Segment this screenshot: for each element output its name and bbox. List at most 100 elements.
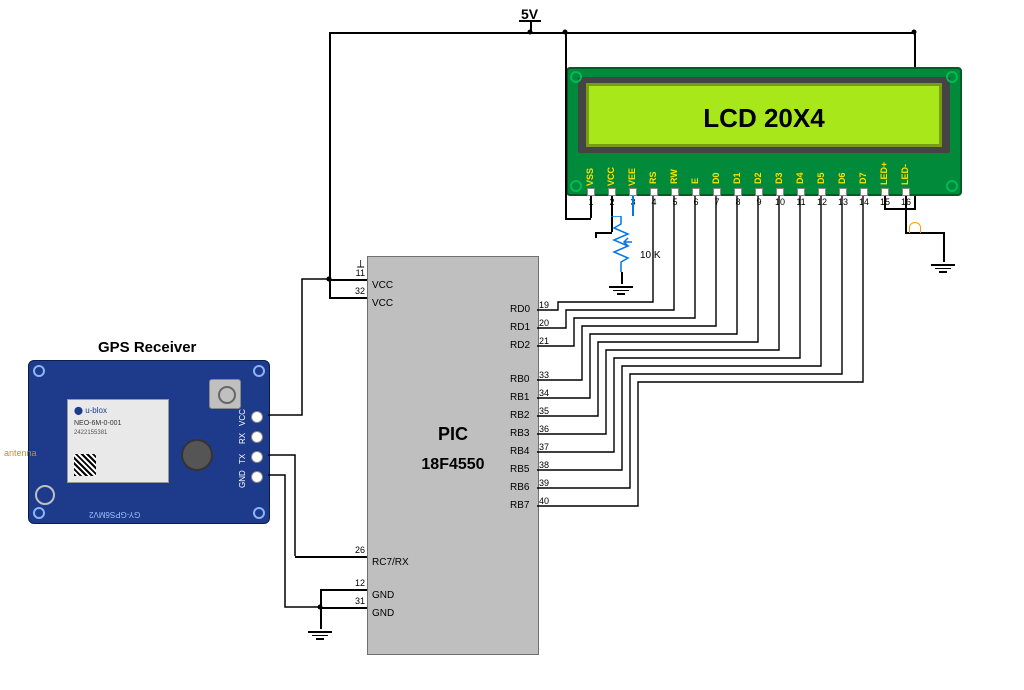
qr-code-icon	[74, 454, 96, 476]
ground-symbol-lcd	[931, 262, 955, 273]
pic-rb1-name: RB1	[510, 392, 529, 403]
wire	[914, 200, 916, 210]
lcd-pin-11-num: 11	[793, 197, 809, 207]
pic-rb6-num: 39	[539, 478, 549, 488]
pic-pin31-num: 31	[345, 596, 365, 606]
pic-rb2-name: RB2	[510, 410, 529, 421]
junction-dot	[318, 605, 323, 610]
junction-dot	[528, 30, 533, 35]
lcd-pin-12-num: 12	[814, 197, 830, 207]
lcd-pin-2-pad	[608, 188, 616, 196]
lcd-pin-5-pad	[671, 188, 679, 196]
gps-antenna-text: antenna	[4, 448, 37, 458]
lcd-pin-5-name: RW	[669, 162, 679, 184]
lcd-pin-13-pad	[839, 188, 847, 196]
gps-pad-gnd	[251, 471, 263, 483]
pic-pin12-name: GND	[372, 590, 394, 601]
junction-dot	[912, 30, 917, 35]
gps-chip-brand: u-blox	[85, 406, 107, 415]
lcd-pin-14-num: 14	[856, 197, 872, 207]
wire	[295, 556, 367, 558]
pic-rd2-name: RD2	[510, 340, 530, 351]
wire	[329, 32, 331, 256]
vcc-tap-icon: ⟂	[357, 258, 364, 271]
lcd-pin-11-pad	[797, 188, 805, 196]
pic-pin12-num: 12	[345, 578, 365, 588]
lcd-pin-15-pad	[881, 188, 889, 196]
gps-pin-gnd-label: GND	[238, 466, 247, 488]
lcd-pin-8-pad	[734, 188, 742, 196]
pic-rb4-num: 37	[539, 442, 549, 452]
wire	[320, 589, 367, 591]
gps-battery-icon	[181, 439, 213, 471]
lcd-pin-5-num: 5	[669, 197, 681, 207]
wire	[320, 607, 367, 609]
wire	[565, 32, 567, 68]
lcd-pin-9-num: 9	[753, 197, 765, 207]
wire	[884, 208, 914, 210]
pic-pin11-name: VCC	[372, 280, 393, 291]
gps-module: ⬤ u-blox NEO-6M-0-001 2422155381 VCC RX …	[28, 360, 270, 524]
pic-rd1-name: RD1	[510, 322, 530, 333]
pic-rb7-num: 40	[539, 496, 549, 506]
lcd-pin-1-name: VSS	[585, 158, 595, 186]
lcd-pin-7-pad	[713, 188, 721, 196]
pic-pin26-name: RC7/RX	[372, 557, 409, 568]
pic-rb6-name: RB6	[510, 482, 529, 493]
pic-rd0-num: 19	[539, 300, 549, 310]
lcd-pin-4-num: 4	[648, 197, 660, 207]
lcd-pin-6-num: 6	[690, 197, 702, 207]
pic-pin32-name: VCC	[372, 298, 393, 309]
gps-pad-tx	[251, 451, 263, 463]
lcd-pin-16-pad	[902, 188, 910, 196]
wire	[621, 272, 623, 284]
lcd-pin-8-name: D1	[732, 162, 742, 184]
lcd-pin-11-name: D4	[795, 162, 805, 184]
ufl-connector-icon	[35, 485, 55, 505]
lcd-pin-9-pad	[755, 188, 763, 196]
pic-rd0-name: RD0	[510, 304, 530, 315]
gps-chip-serial: 2422155381	[74, 430, 107, 436]
lcd-pin-4-pad	[650, 188, 658, 196]
lcd-pin-14-pad	[860, 188, 868, 196]
pic-rb5-num: 38	[539, 460, 549, 470]
pic-rb4-name: RB4	[510, 446, 529, 457]
lcd-pin-1-pad	[587, 188, 595, 196]
wire	[943, 232, 945, 262]
lcd-pin-14-name: D7	[858, 162, 868, 184]
lcd-pin-6-pad	[692, 188, 700, 196]
lcd-pin-8-num: 8	[732, 197, 744, 207]
ground-symbol-pic	[308, 629, 332, 640]
pot-value-label: 10 K	[640, 250, 661, 261]
rail-5v	[329, 32, 914, 34]
lcd-pin-13-name: D6	[837, 162, 847, 184]
lcd-pin-3-pad	[629, 188, 637, 196]
pic-rb3-num: 36	[539, 424, 549, 434]
ground-symbol-pot	[609, 284, 633, 295]
pic-rb0-name: RB0	[510, 374, 529, 385]
lcd-pin-7-num: 7	[711, 197, 723, 207]
vcc-bar	[519, 20, 541, 22]
pic-rb7-name: RB7	[510, 500, 529, 511]
lcd-pin-13-num: 13	[835, 197, 851, 207]
pic-rd1-num: 20	[539, 318, 549, 328]
pic-rb1-num: 34	[539, 388, 549, 398]
gps-pin-vcc-label: VCC	[238, 406, 247, 426]
pic-rb3-name: RB3	[510, 428, 529, 439]
wire-hop-icon	[909, 222, 921, 233]
wire	[590, 196, 592, 218]
lcd-pin-3-name: VEE	[627, 158, 637, 186]
lcd-pin-6-name: E	[690, 168, 700, 184]
lcd-pin-12-name: D5	[816, 162, 826, 184]
lcd-title: LCD 20X4	[589, 103, 939, 134]
lcd-pin-10-name: D3	[774, 162, 784, 184]
lcd-pin-12-pad	[818, 188, 826, 196]
lcd-pin-2-name: VCC	[606, 158, 616, 186]
wire	[884, 196, 886, 208]
gps-pin-rx-label: RX	[238, 428, 247, 444]
pic-pin26-num: 26	[345, 545, 365, 555]
gps-pin-tx-label: TX	[238, 448, 247, 464]
gps-chip-model: NEO-6M-0-001	[74, 420, 121, 427]
lcd-pin-7-name: D0	[711, 162, 721, 184]
gps-pad-rx	[251, 431, 263, 443]
